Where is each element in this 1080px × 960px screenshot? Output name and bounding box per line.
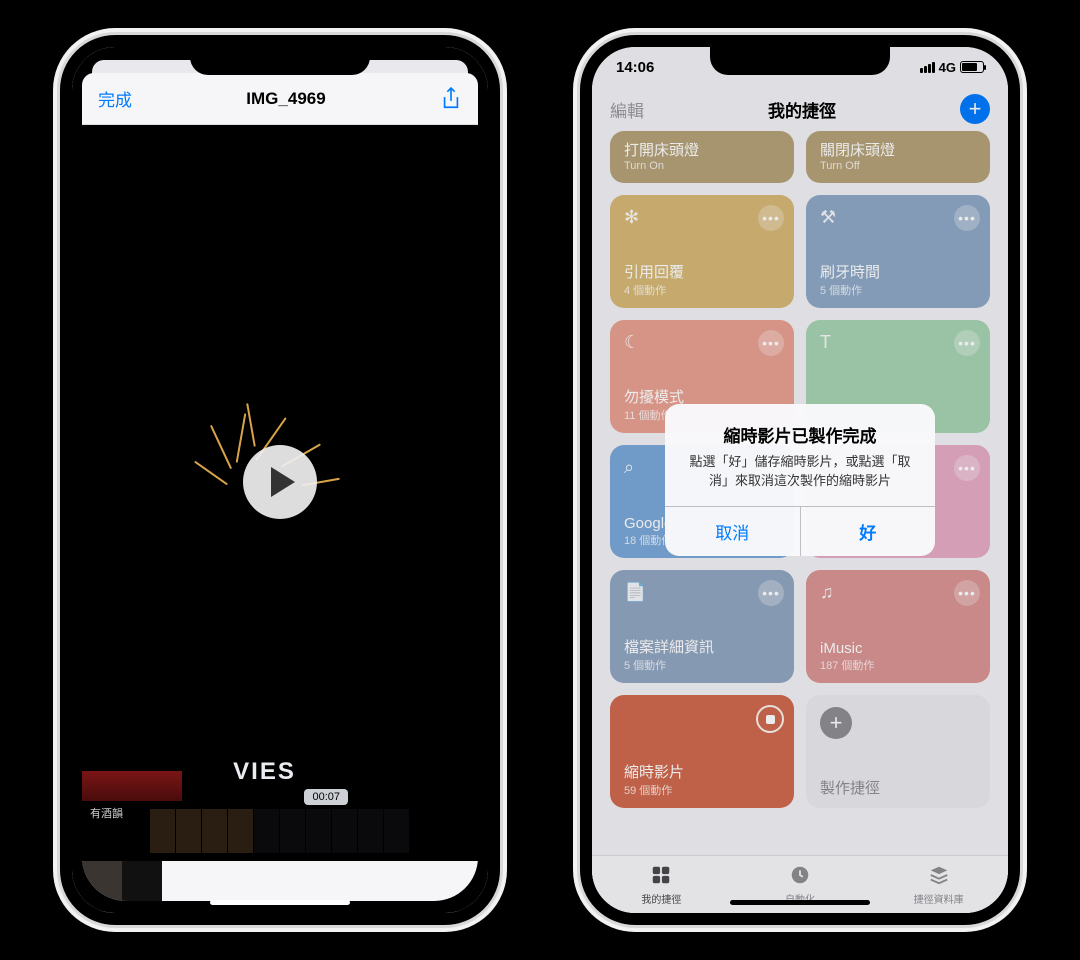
notch bbox=[710, 47, 890, 75]
home-indicator[interactable] bbox=[210, 900, 350, 905]
modal-overlay: 縮時影片已製作完成 點選「好」儲存縮時影片，或點選「取消」來取消這次製作的縮時影… bbox=[592, 47, 1008, 913]
video-timeline[interactable]: 00:07 bbox=[82, 801, 478, 861]
media-title: IMG_4969 bbox=[246, 89, 325, 109]
alert-ok-button[interactable]: 好 bbox=[801, 507, 936, 556]
shortcuts-screen: 14:06 4G 編輯 我的捷徑 + 打開床頭燈Turn On關閉床頭燈Turn… bbox=[592, 47, 1008, 913]
alert-cancel-button[interactable]: 取消 bbox=[665, 507, 801, 556]
play-button[interactable] bbox=[243, 445, 317, 519]
alert-title: 縮時影片已製作完成 bbox=[681, 422, 919, 447]
scene-banner bbox=[82, 771, 182, 801]
alert-message: 點選「好」儲存縮時影片，或點選「取消」來取消這次製作的縮時影片 bbox=[681, 453, 919, 489]
done-button[interactable]: 完成 bbox=[98, 86, 132, 111]
share-icon[interactable] bbox=[440, 86, 462, 112]
navbar: 完成 IMG_4969 bbox=[82, 73, 478, 125]
alert-dialog: 縮時影片已製作完成 點選「好」儲存縮時影片，或點選「取消」來取消這次製作的縮時影… bbox=[665, 404, 935, 555]
video-preview-screen: 完成 IMG_4969 有酒韻 VIES 00:07 bbox=[72, 47, 488, 913]
phone-right: 14:06 4G 編輯 我的捷徑 + 打開床頭燈Turn On關閉床頭燈Turn… bbox=[580, 35, 1020, 925]
notch bbox=[190, 47, 370, 75]
scene-logo-text: VIES bbox=[233, 758, 296, 786]
home-indicator[interactable] bbox=[730, 900, 870, 905]
media-strip[interactable] bbox=[82, 861, 478, 901]
video-area[interactable]: 有酒韻 VIES 00:07 bbox=[82, 125, 478, 901]
playhead-time: 00:07 bbox=[304, 789, 348, 805]
phone-left: 完成 IMG_4969 有酒韻 VIES 00:07 bbox=[60, 35, 500, 925]
